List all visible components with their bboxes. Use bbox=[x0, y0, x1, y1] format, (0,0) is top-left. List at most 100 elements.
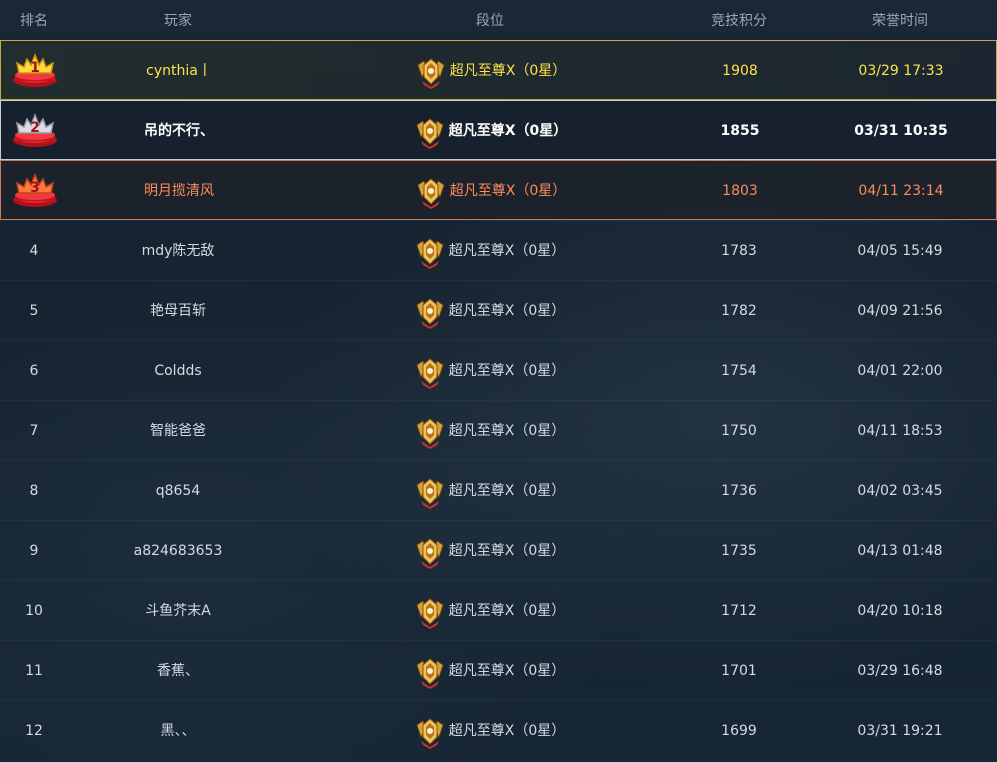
tier-badge-icon bbox=[415, 715, 445, 749]
rank-number: 4 bbox=[29, 243, 39, 259]
table-header: 排名 玩家 段位 竞技积分 荣誉时间 bbox=[0, 0, 997, 40]
tier-label: 超凡至尊Ⅹ（0星） bbox=[448, 423, 566, 439]
table-row[interactable]: 6 Coldds 超凡至尊Ⅹ（0星） 1754 04/01 22:00 bbox=[0, 340, 997, 400]
tier-label: 超凡至尊Ⅹ（0星） bbox=[448, 243, 566, 259]
header-score[interactable]: 竞技积分 bbox=[680, 10, 798, 30]
player-name[interactable]: a824683653 bbox=[68, 521, 288, 581]
medal-icon: 3 bbox=[11, 172, 59, 209]
score-value: 1803 bbox=[722, 183, 758, 199]
score-value: 1712 bbox=[721, 603, 757, 619]
table-row[interactable]: 12 黑、、 超凡至尊Ⅹ（0星） 1699 03/31 19:21 bbox=[0, 700, 997, 760]
tier-badge-icon bbox=[415, 295, 445, 329]
honor-time: 04/20 10:18 bbox=[857, 603, 943, 619]
rank-number: 11 bbox=[25, 663, 43, 679]
player-name[interactable]: 智能爸爸 bbox=[68, 401, 288, 461]
tier-cell: 超凡至尊Ⅹ（0星） bbox=[380, 581, 600, 641]
player-name[interactable]: 黑、、 bbox=[68, 701, 288, 761]
header-time[interactable]: 荣誉时间 bbox=[820, 10, 980, 30]
player-name[interactable]: 明月揽清风 bbox=[69, 161, 289, 221]
table-row[interactable]: 7 智能爸爸 超凡至尊Ⅹ（0星） 1750 04/11 18:53 bbox=[0, 400, 997, 460]
rank-number: 7 bbox=[29, 423, 39, 439]
tier-label: 超凡至尊Ⅹ（0星） bbox=[449, 63, 567, 79]
honor-time: 03/29 17:33 bbox=[858, 63, 944, 79]
rank-number: 8 bbox=[29, 483, 39, 499]
tier-cell: 超凡至尊Ⅹ（0星） bbox=[380, 401, 600, 461]
header-player[interactable]: 玩家 bbox=[68, 10, 288, 30]
tier-cell: 超凡至尊Ⅹ（0星） bbox=[380, 281, 600, 341]
tier-cell: 超凡至尊Ⅹ（0星） bbox=[380, 461, 600, 521]
player-name[interactable]: 吊的不行、 bbox=[69, 101, 289, 161]
honor-time: 04/05 15:49 bbox=[857, 243, 943, 259]
tier-label: 超凡至尊Ⅹ（0星） bbox=[448, 723, 566, 739]
tier-label: 超凡至尊Ⅹ（0星） bbox=[448, 123, 568, 139]
tier-label: 超凡至尊Ⅹ（0星） bbox=[448, 303, 566, 319]
rank-number: 6 bbox=[29, 363, 39, 379]
svg-text:3: 3 bbox=[30, 180, 40, 196]
honor-time: 03/31 19:21 bbox=[857, 723, 943, 739]
tier-badge-icon bbox=[416, 55, 446, 89]
score-value: 1908 bbox=[722, 63, 758, 79]
score-value: 1699 bbox=[721, 723, 757, 739]
table-row[interactable]: 11cynthia丨超凡至尊Ⅹ（0星）190803/29 17:33 bbox=[0, 40, 997, 100]
rank-number: 5 bbox=[29, 303, 39, 319]
score-value: 1783 bbox=[721, 243, 757, 259]
honor-time: 03/29 16:48 bbox=[857, 663, 943, 679]
player-name[interactable]: 斗鱼芥末A bbox=[68, 581, 288, 641]
tier-cell: 超凡至尊Ⅹ（0星） bbox=[381, 41, 601, 101]
player-name[interactable]: Coldds bbox=[68, 341, 288, 401]
honor-time: 04/13 01:48 bbox=[857, 543, 943, 559]
player-name[interactable]: cynthia丨 bbox=[69, 41, 289, 101]
tier-label: 超凡至尊Ⅹ（0星） bbox=[448, 543, 566, 559]
table-row[interactable]: 33明月揽清风超凡至尊Ⅹ（0星）180304/11 23:14 bbox=[0, 160, 997, 220]
table-row[interactable]: 22吊的不行、超凡至尊Ⅹ（0星）185503/31 10:35 bbox=[0, 100, 997, 160]
table-row[interactable]: 9 a824683653 超凡至尊Ⅹ（0星） 1735 04/13 01:48 bbox=[0, 520, 997, 580]
tier-badge-icon bbox=[416, 175, 446, 209]
tier-label: 超凡至尊Ⅹ（0星） bbox=[448, 603, 566, 619]
table-row[interactable]: 4 mdy陈无敌 超凡至尊Ⅹ（0星） 1783 04/05 15:49 bbox=[0, 220, 997, 280]
player-name[interactable]: q8654 bbox=[68, 461, 288, 521]
score-value: 1754 bbox=[721, 363, 757, 379]
score-value: 1855 bbox=[720, 123, 760, 139]
score-value: 1735 bbox=[721, 543, 757, 559]
tier-badge-icon bbox=[415, 475, 445, 509]
header-rank[interactable]: 排名 bbox=[0, 10, 68, 30]
rank-number: 9 bbox=[29, 543, 39, 559]
tier-badge-icon bbox=[415, 355, 445, 389]
svg-text:2: 2 bbox=[30, 120, 40, 136]
honor-time: 04/09 21:56 bbox=[857, 303, 943, 319]
tier-badge-icon bbox=[415, 115, 445, 149]
tier-badge-icon bbox=[415, 415, 445, 449]
tier-label: 超凡至尊Ⅹ（0星） bbox=[448, 483, 566, 499]
tier-cell: 超凡至尊Ⅹ（0星） bbox=[381, 101, 601, 161]
honor-time: 03/31 10:35 bbox=[854, 123, 948, 139]
tier-label: 超凡至尊Ⅹ（0星） bbox=[448, 363, 566, 379]
score-value: 1701 bbox=[721, 663, 757, 679]
medal-icon: 2 bbox=[11, 112, 59, 149]
player-name[interactable]: mdy陈无敌 bbox=[68, 221, 288, 281]
score-value: 1750 bbox=[721, 423, 757, 439]
tier-cell: 超凡至尊Ⅹ（0星） bbox=[380, 221, 600, 281]
honor-time: 04/02 03:45 bbox=[857, 483, 943, 499]
svg-text:1: 1 bbox=[30, 60, 40, 76]
tier-cell: 超凡至尊Ⅹ（0星） bbox=[380, 521, 600, 581]
medal-icon: 1 bbox=[11, 52, 59, 89]
player-name[interactable]: 香蕉、 bbox=[68, 641, 288, 701]
header-tier[interactable]: 段位 bbox=[380, 10, 600, 30]
rank-number: 12 bbox=[25, 723, 43, 739]
tier-label: 超凡至尊Ⅹ（0星） bbox=[448, 663, 566, 679]
score-value: 1782 bbox=[721, 303, 757, 319]
player-name[interactable]: 艳母百斩 bbox=[68, 281, 288, 341]
table-row[interactable]: 11 香蕉、 超凡至尊Ⅹ（0星） 1701 03/29 16:48 bbox=[0, 640, 997, 700]
tier-badge-icon bbox=[415, 535, 445, 569]
tier-label: 超凡至尊Ⅹ（0星） bbox=[449, 183, 567, 199]
tier-badge-icon bbox=[415, 235, 445, 269]
tier-cell: 超凡至尊Ⅹ（0星） bbox=[380, 701, 600, 761]
score-value: 1736 bbox=[721, 483, 757, 499]
tier-cell: 超凡至尊Ⅹ（0星） bbox=[381, 161, 601, 221]
table-row[interactable]: 8 q8654 超凡至尊Ⅹ（0星） 1736 04/02 03:45 bbox=[0, 460, 997, 520]
table-row[interactable]: 10 斗鱼芥末A 超凡至尊Ⅹ（0星） 1712 04/20 10:18 bbox=[0, 580, 997, 640]
table-row[interactable]: 5 艳母百斩 超凡至尊Ⅹ（0星） 1782 04/09 21:56 bbox=[0, 280, 997, 340]
leaderboard: 排名 玩家 段位 竞技积分 荣誉时间 11cynthia丨超凡至尊Ⅹ（0星）19… bbox=[0, 0, 997, 762]
tier-cell: 超凡至尊Ⅹ（0星） bbox=[380, 341, 600, 401]
rank-number: 10 bbox=[25, 603, 43, 619]
